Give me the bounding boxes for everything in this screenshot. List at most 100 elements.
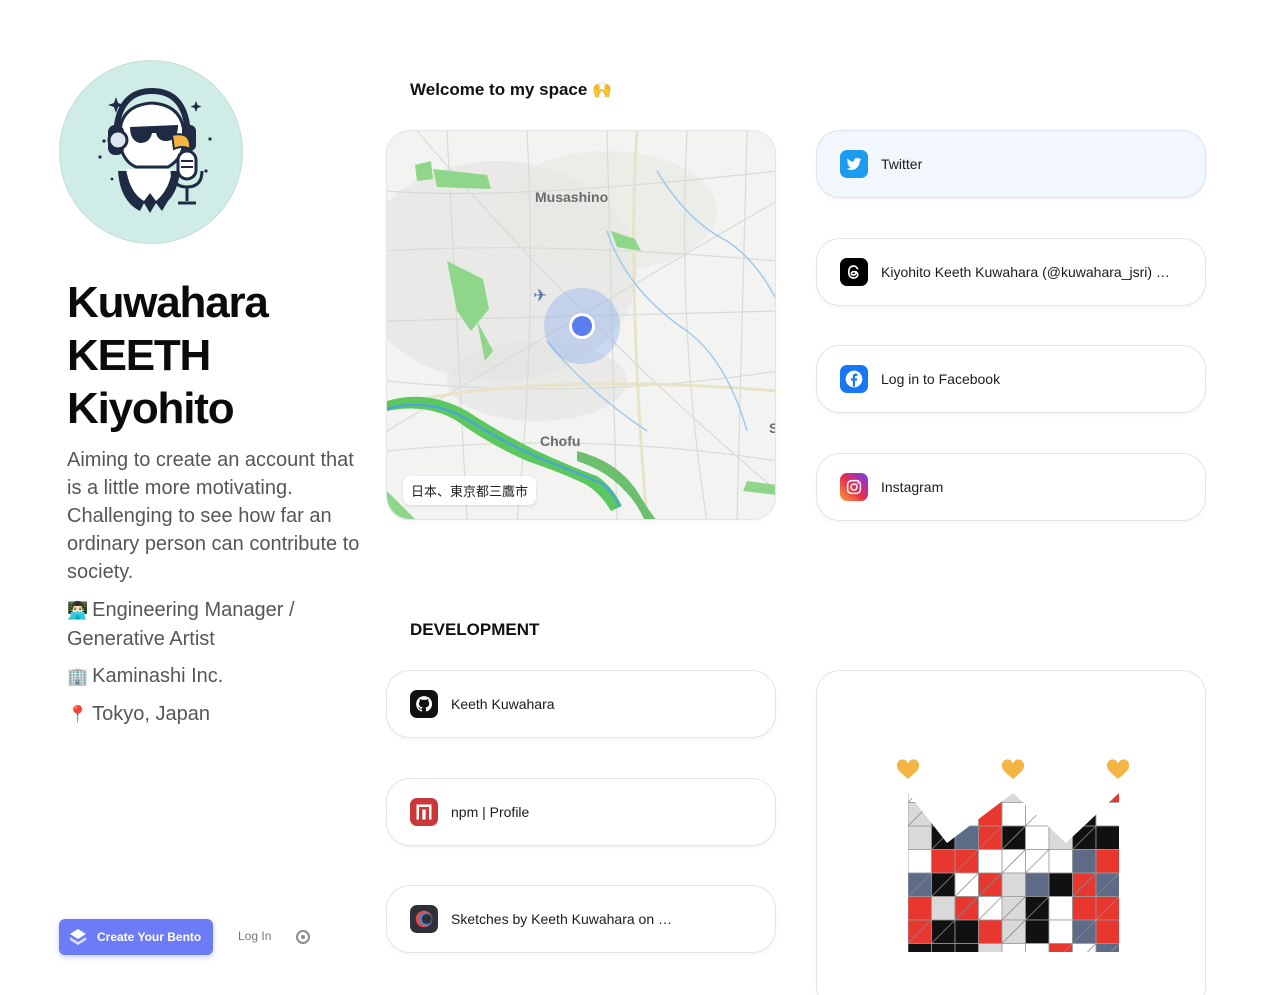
crown-cell — [1001, 802, 1026, 827]
map-place-label: Chofu — [540, 433, 581, 449]
generative-art-card[interactable] — [816, 670, 1206, 995]
profile-company: 🏢 Kaminashi Inc. — [67, 662, 367, 691]
crown-cell — [978, 943, 1003, 952]
crown-cell — [1025, 919, 1050, 944]
development-title: DEVELOPMENT — [410, 620, 540, 639]
crown-cell — [908, 825, 932, 850]
facebook-icon — [840, 365, 868, 393]
crown-cell — [1095, 919, 1119, 944]
crown-cell — [1001, 872, 1026, 897]
crown-cell — [1048, 793, 1073, 803]
map-card[interactable]: ✈ Musashino Chofu S 日本、東京都三鷹市 — [386, 130, 776, 520]
instagram-icon — [840, 473, 868, 501]
twitter-link-label: Twitter — [881, 156, 923, 172]
profile-name-line: Kuwahara — [67, 278, 269, 327]
crown-cell — [1048, 849, 1073, 874]
profile-location: 📍 Tokyo, Japan — [67, 700, 367, 729]
map-location-label: 日本、東京都三鷹市 — [403, 476, 537, 505]
crown-cell — [1048, 872, 1073, 897]
crown-cell — [908, 943, 932, 952]
github-icon — [410, 690, 438, 718]
avatar — [59, 60, 243, 244]
crown-cell — [1025, 793, 1050, 803]
crown-cell — [1048, 802, 1073, 827]
twitter-icon — [840, 150, 868, 178]
threads-icon — [840, 258, 868, 286]
profile-bio: Aiming to create an account that is a li… — [67, 449, 360, 583]
npm-link-card[interactable]: npm | Profile — [386, 778, 776, 846]
crown-cell — [1025, 943, 1050, 952]
raising-hands-icon: 🙌 — [592, 80, 612, 99]
twitter-link-card[interactable]: Twitter — [816, 130, 1206, 198]
crown-cell — [1001, 943, 1026, 952]
create-bento-button[interactable]: Create Your Bento — [59, 919, 213, 955]
settings-circle-icon[interactable] — [296, 930, 310, 944]
map-place-label: Musashino — [535, 189, 609, 205]
heart-icon — [896, 759, 1130, 779]
crown-cell — [931, 943, 956, 952]
welcome-title: Welcome to my space 🙌 — [410, 80, 612, 100]
crown-cell — [1001, 793, 1026, 803]
crown-cell — [1025, 825, 1050, 850]
profile-name-line: Kiyohito — [67, 384, 235, 433]
pin-icon: 📍 — [67, 705, 89, 725]
facebook-link-card[interactable]: Log in to Facebook — [816, 345, 1206, 413]
crown-artwork — [896, 759, 1130, 952]
crown-cell — [931, 802, 956, 827]
create-bento-label: Create Your Bento — [97, 930, 202, 944]
crown-cell — [1072, 793, 1097, 803]
github-link-card[interactable]: Keeth Kuwahara — [386, 670, 776, 738]
crown-cell — [954, 793, 979, 803]
crown-cell — [931, 849, 956, 874]
map-place-label: S — [769, 420, 775, 436]
crown-cell — [978, 793, 1003, 803]
github-link-label: Keeth Kuwahara — [451, 696, 555, 712]
crown-cell — [1072, 849, 1097, 874]
openprocessing-link-label: Sketches by Keeth Kuwahara on … — [451, 911, 673, 927]
eagle-podcaster-icon — [98, 87, 212, 213]
crown-cell — [978, 919, 1003, 944]
crown-cell — [1048, 896, 1073, 921]
crown-cell — [1095, 793, 1119, 803]
welcome-title-text: Welcome to my space — [410, 80, 588, 99]
crown-cell — [954, 802, 979, 827]
npm-link-label: npm | Profile — [451, 804, 530, 820]
crown-cell — [1025, 872, 1050, 897]
login-link[interactable]: Log In — [238, 929, 271, 943]
technologist-icon: 👨🏻‍💻 — [67, 601, 89, 621]
crown-cell — [931, 896, 956, 921]
npm-icon — [410, 798, 438, 826]
crown-cell — [954, 825, 979, 850]
threads-link-label: Kiyohito Keeth Kuwahara (@kuwahara_jsri)… — [881, 264, 1170, 280]
company-text: Kaminashi Inc. — [92, 665, 224, 687]
profile-name-line: KEETH — [67, 331, 211, 380]
profile-name: Kuwahara KEETH Kiyohito — [67, 276, 367, 435]
crown-cell — [1072, 896, 1097, 921]
crown-cell — [978, 849, 1003, 874]
instagram-link-card[interactable]: Instagram — [816, 453, 1206, 521]
crown-cell — [1048, 919, 1073, 944]
role-text: Engineering Manager / Generative Artist — [67, 599, 295, 650]
crown-cell-diagonal — [954, 793, 979, 803]
instagram-link-label: Instagram — [881, 479, 944, 495]
openprocessing-link-card[interactable]: Sketches by Keeth Kuwahara on … — [386, 885, 776, 953]
crown-cell — [1095, 849, 1119, 874]
openprocessing-icon — [410, 905, 438, 933]
svg-text:✈: ✈ — [533, 286, 547, 306]
crown-cell-diagonal — [978, 793, 1003, 803]
crown-cell — [1095, 825, 1119, 850]
location-text: Tokyo, Japan — [92, 703, 211, 725]
crown-cell-diagonal — [1025, 793, 1050, 803]
crown-cell — [1072, 802, 1097, 827]
crown-cell — [954, 919, 979, 944]
profile-role: 👨🏻‍💻 Engineering Manager / Generative Art… — [67, 596, 367, 653]
crown-cell — [954, 943, 979, 952]
threads-link-card[interactable]: Kiyohito Keeth Kuwahara (@kuwahara_jsri)… — [816, 238, 1206, 306]
office-building-icon: 🏢 — [67, 667, 89, 687]
crown-cell — [908, 849, 932, 874]
crown-cell — [908, 896, 932, 921]
facebook-link-label: Log in to Facebook — [881, 371, 1001, 387]
crown-cell-diagonal — [908, 793, 932, 803]
crown-cell — [931, 793, 956, 803]
crown-cell — [1095, 802, 1119, 827]
